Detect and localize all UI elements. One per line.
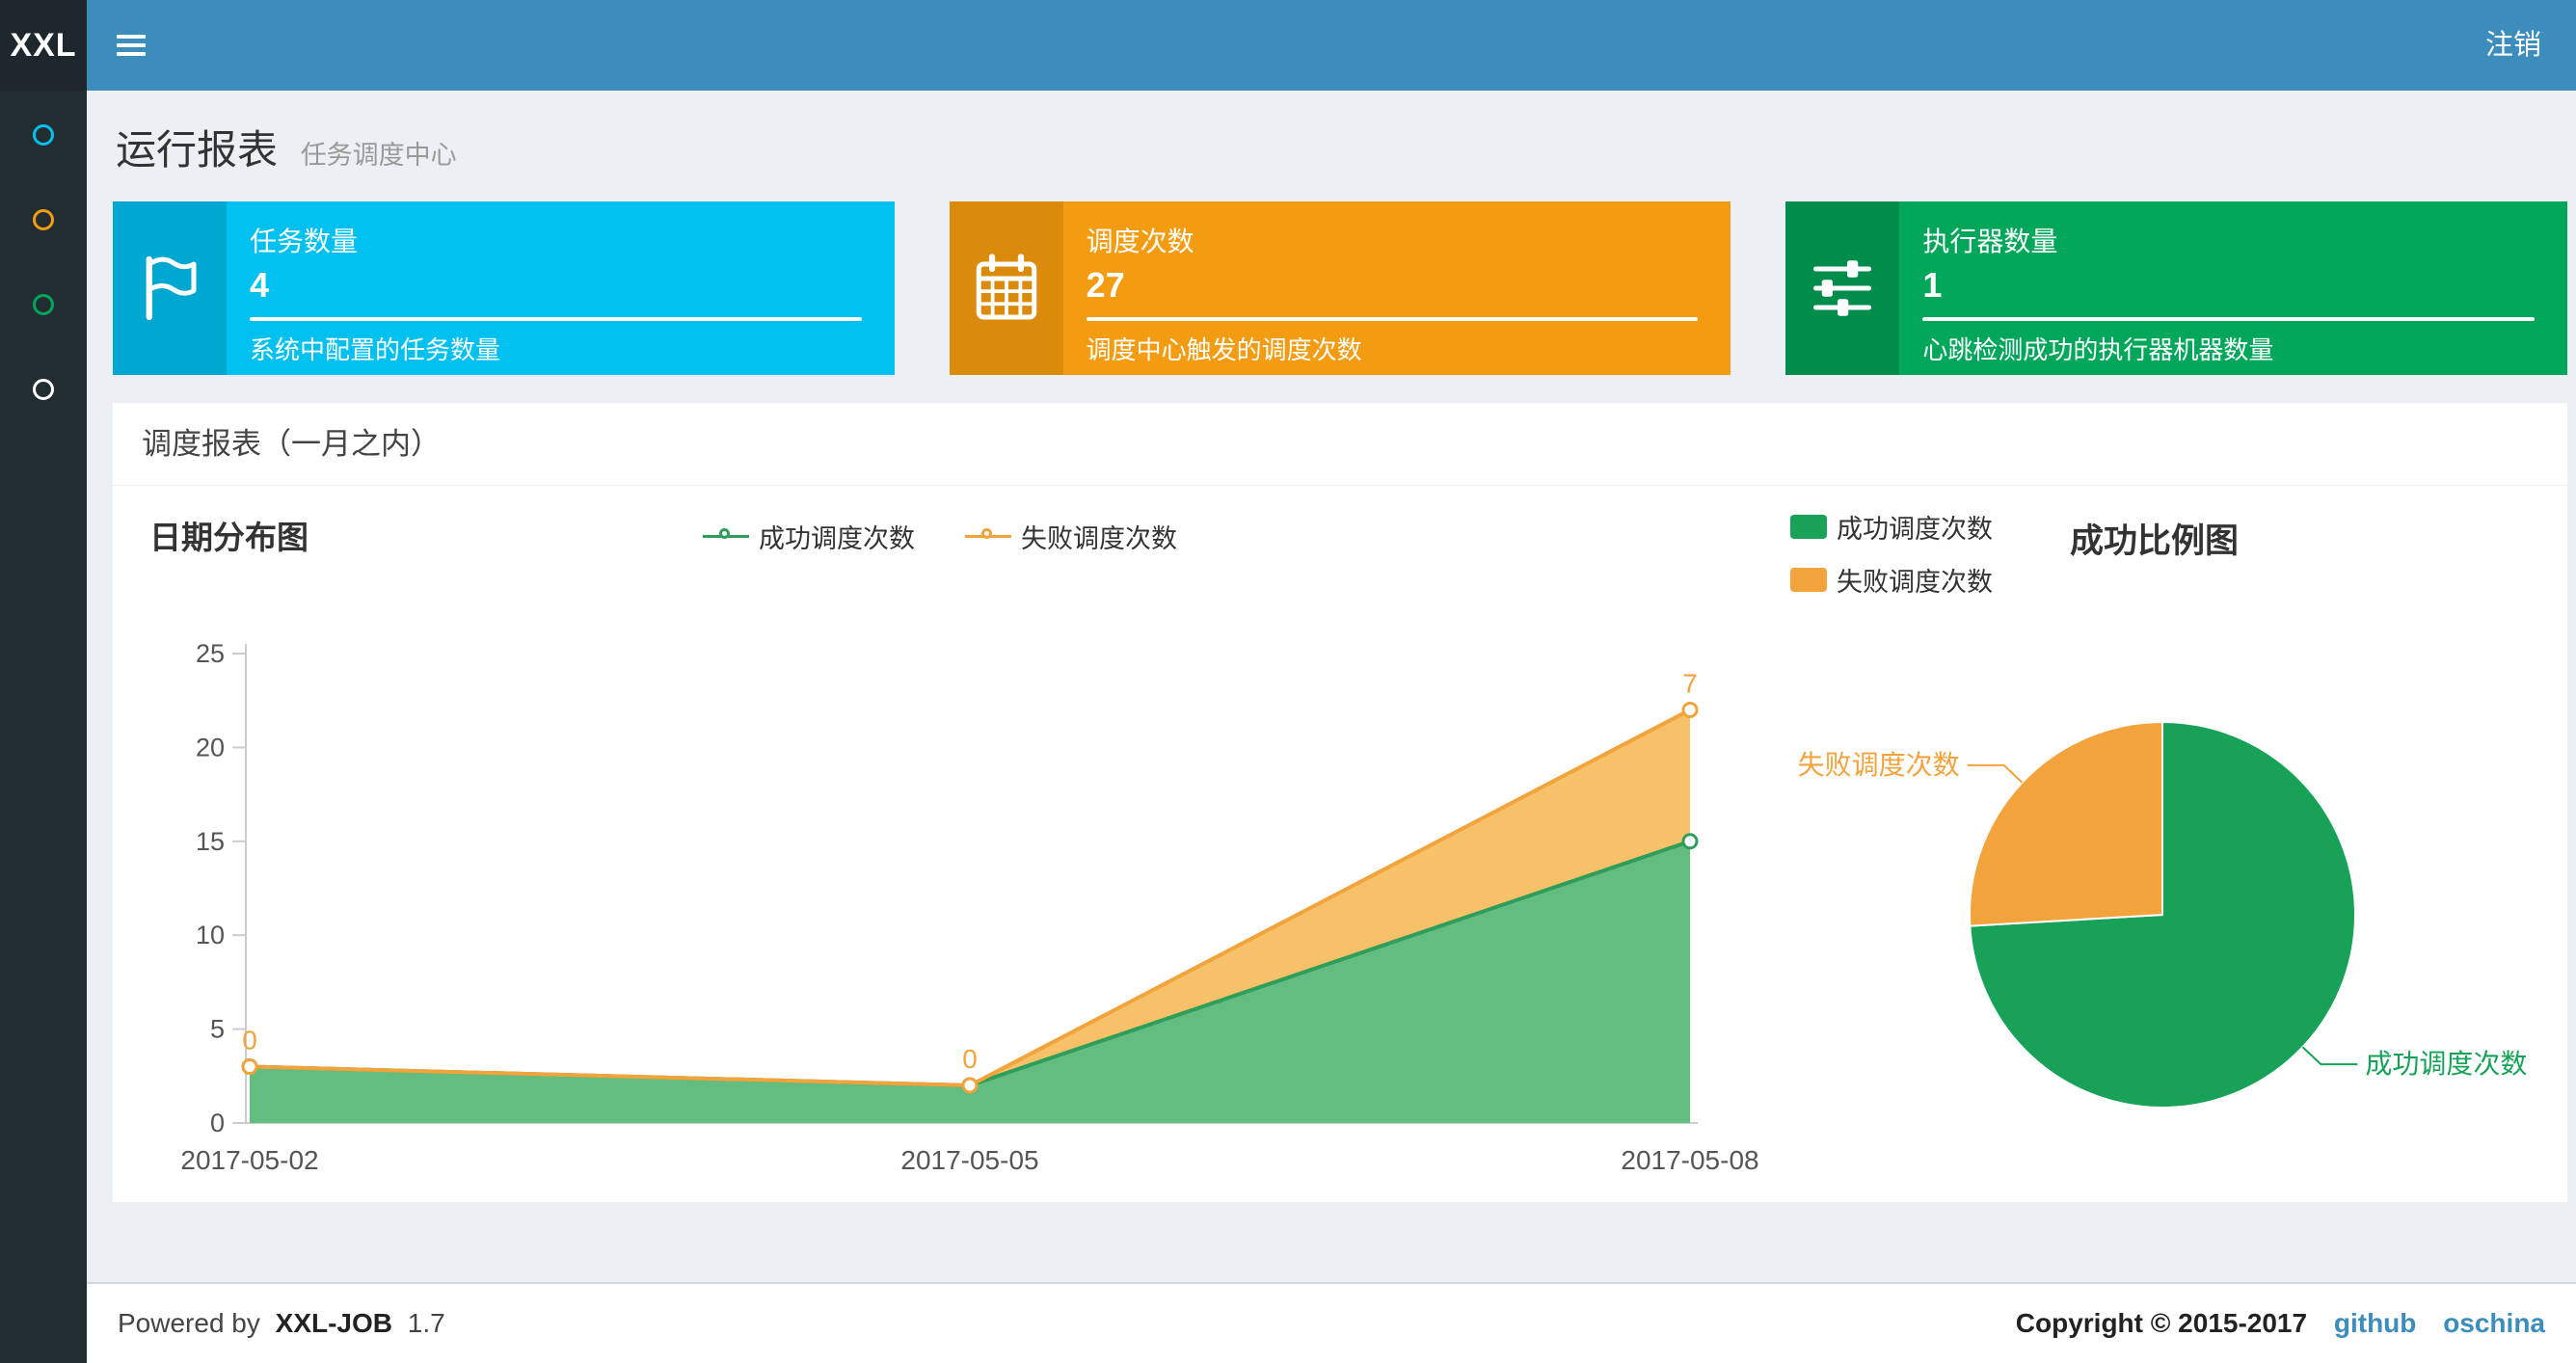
powered-by-prefix: Powered by [118,1308,260,1338]
circle-icon [33,124,54,146]
date-distribution-chart: 05101520252017-05-02 2017-05-05 2017-05-08… [180,639,1758,1175]
legend-swatch-icon [1790,568,1827,592]
info-box-number: 4 [250,265,270,305]
svg-text:0: 0 [242,1026,257,1056]
svg-text:0: 0 [210,1109,225,1137]
page-title: 运行报表 [116,127,279,173]
legend-item-fail[interactable]: 失败调度次数 [1790,561,1993,599]
sidebar-item-4[interactable] [0,347,87,432]
info-box-description: 心跳检测成功的执行器机器数量 [1922,335,2274,364]
product-name: XXL-JOB [275,1308,393,1338]
svg-text:2017-05-08: 2017-05-08 [1621,1145,1758,1175]
info-box-content: 任务数量 4 系统中配置的任务数量 [227,201,895,375]
top-navbar: XXL 注销 [0,0,2576,91]
svg-text:7: 7 [1682,668,1698,698]
legend-swatch-icon [1790,515,1827,539]
svg-text:15: 15 [196,827,225,856]
app-logo-text: XXL [10,26,77,64]
sidebar-item-1[interactable] [0,93,87,177]
line-marker-icon [965,528,1011,539]
info-box-row: 任务数量 4 系统中配置的任务数量 调度次数 27 调度中心触发的调度次数 执行… [113,201,2568,375]
sidebar-item-3[interactable] [0,262,87,347]
svg-text:10: 10 [196,921,225,949]
legend-label: 成功调度次数 [1837,515,1993,544]
sidebar-toggle-button[interactable] [87,0,175,91]
info-box-number: 1 [1922,265,1943,305]
page-subtitle: 任务调度中心 [300,141,457,170]
progress-bar [1086,317,1699,321]
legend-item-fail[interactable]: 失败调度次数 [965,518,1177,555]
progress-bar [250,317,862,321]
info-box-title: 调度次数 [1086,227,1194,256]
svg-text:20: 20 [196,733,225,762]
main-content: 运行报表 任务调度中心 任务数量 4 系统中配置的任务数量 调度次数 27 调度… [87,91,2576,1282]
copyright: Copyright © 2015-2017 github oschina [2016,1308,2545,1339]
svg-text:25: 25 [196,639,225,668]
info-box-title: 执行器数量 [1922,227,2058,256]
svg-text:失败调度次数: 失败调度次数 [1798,750,1960,780]
svg-text:5: 5 [210,1015,225,1044]
product-version: 1.7 [407,1308,445,1338]
line-chart-legend: 成功调度次数 失败调度次数 [703,518,1177,555]
logout-link[interactable]: 注销 [2451,0,2576,91]
line-marker-icon [703,528,749,539]
pie-chart-title: 成功比例图 [2070,522,2240,560]
footer: Powered by XXL-JOB 1.7 Copyright © 2015-… [87,1282,2576,1363]
github-link[interactable]: github [2334,1308,2417,1338]
svg-text:2017-05-05: 2017-05-05 [900,1145,1038,1175]
circle-icon [33,379,54,400]
flag-icon [113,201,227,375]
powered-by: Powered by XXL-JOB 1.7 [118,1308,445,1339]
progress-bar [1922,317,2536,321]
legend-label: 失败调度次数 [1837,568,1993,597]
sidebar-item-2[interactable] [0,177,87,262]
info-box-job-count: 任务数量 4 系统中配置的任务数量 [113,201,895,375]
legend-item-success[interactable]: 成功调度次数 [1790,508,1993,546]
info-box-content: 执行器数量 1 心跳检测成功的执行器机器数量 [1899,201,2567,375]
sliders-icon [1785,201,1900,375]
svg-text:0: 0 [962,1044,978,1074]
sidebar [0,91,87,1363]
info-box-content: 调度次数 27 调度中心触发的调度次数 [1063,201,1731,375]
panel-title: 调度报表（一月之内） [113,403,2567,486]
info-box-description: 调度中心触发的调度次数 [1086,335,1362,364]
legend-item-success[interactable]: 成功调度次数 [703,518,915,555]
line-chart-title: 日期分布图 [149,520,309,555]
info-box-executor-count: 执行器数量 1 心跳检测成功的执行器机器数量 [1785,201,2568,375]
info-box-title: 任务数量 [250,227,359,256]
legend-label: 失败调度次数 [1021,524,1177,553]
svg-text:成功调度次数: 成功调度次数 [2365,1049,2527,1079]
circle-icon [33,294,54,315]
svg-text:2017-05-02: 2017-05-02 [180,1145,318,1175]
info-box-description: 系统中配置的任务数量 [250,335,501,364]
calendar-icon [949,201,1063,375]
legend-label: 成功调度次数 [759,524,915,553]
content-header: 运行报表 任务调度中心 [116,118,457,176]
copyright-text: Copyright © 2015-2017 [2015,1308,2308,1338]
oschina-link[interactable]: oschina [2443,1308,2545,1338]
success-ratio-pie-chart: 成功调度次数 失败调度次数 [1798,720,2527,1109]
report-panel: 调度报表（一月之内） 日期分布图 成功调度次数 失败调度次数 成功调度次数 失败… [113,403,2567,1202]
circle-icon [33,209,54,230]
panel-body: 日期分布图 成功调度次数 失败调度次数 成功调度次数 失败调度次数 成功比例图 … [113,487,2567,1202]
info-box-number: 27 [1086,265,1125,305]
sidebar-menu [0,91,87,432]
app-logo[interactable]: XXL [0,0,87,91]
hamburger-icon [117,30,146,61]
info-box-trigger-count: 调度次数 27 调度中心触发的调度次数 [949,201,1731,375]
